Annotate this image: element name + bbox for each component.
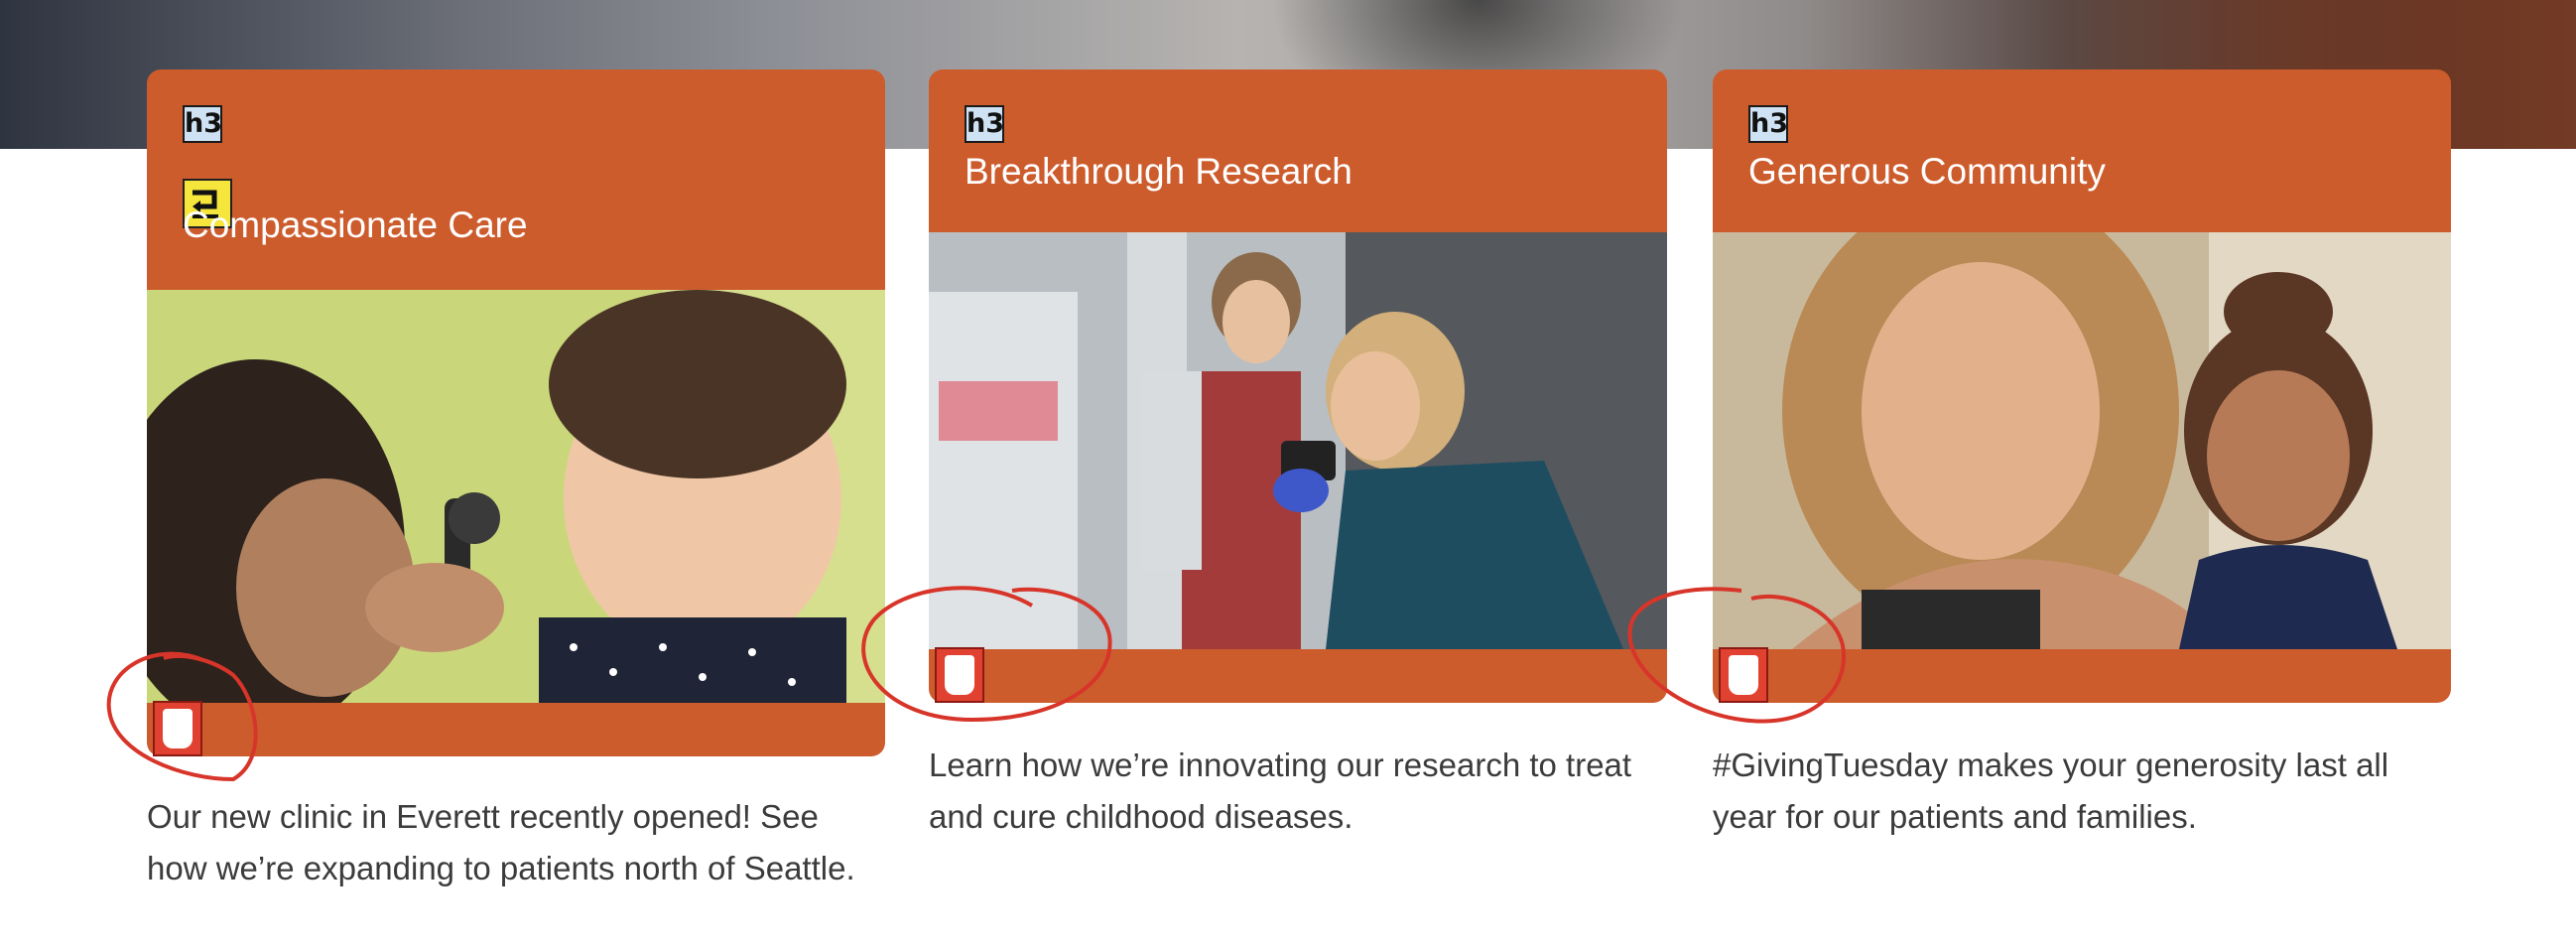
h3-heading-badge: h3 [1748, 105, 1788, 143]
card-title-link[interactable]: Compassionate Care [183, 204, 528, 246]
hand-pointer-icon[interactable] [935, 647, 984, 703]
card-header: h3 Generous Community [1713, 69, 2451, 232]
card-description: Learn how we’re innovating our research … [929, 747, 1632, 835]
card-photo [147, 290, 885, 703]
h3-heading-badge: h3 [965, 105, 1004, 143]
hand-pointer-icon[interactable] [153, 701, 202, 756]
card-title-link[interactable]: Generous Community [1748, 151, 2106, 193]
card-footer-bar [1713, 647, 2451, 703]
card-footer-bar [147, 701, 885, 756]
card-title-link[interactable]: Breakthrough Research [965, 151, 1352, 193]
card-header: h3 Compassionate Care [147, 69, 885, 290]
card-description: Our new clinic in Everett recently opene… [147, 798, 855, 886]
card-description: #GivingTuesday makes your generosity las… [1713, 747, 2389, 835]
hand-pointer-icon[interactable] [1719, 647, 1768, 703]
card-photo [929, 232, 1667, 649]
card-compassionate-care: h3 Compassionate Care [147, 69, 885, 756]
card-footer-bar [929, 647, 1667, 703]
h3-heading-badge: h3 [183, 105, 222, 143]
card-breakthrough-research: h3 Breakthrough Research [929, 69, 1667, 703]
card-header: h3 Breakthrough Research [929, 69, 1667, 232]
card-photo [1713, 232, 2451, 649]
card-generous-community: h3 Generous Community [1713, 69, 2451, 703]
